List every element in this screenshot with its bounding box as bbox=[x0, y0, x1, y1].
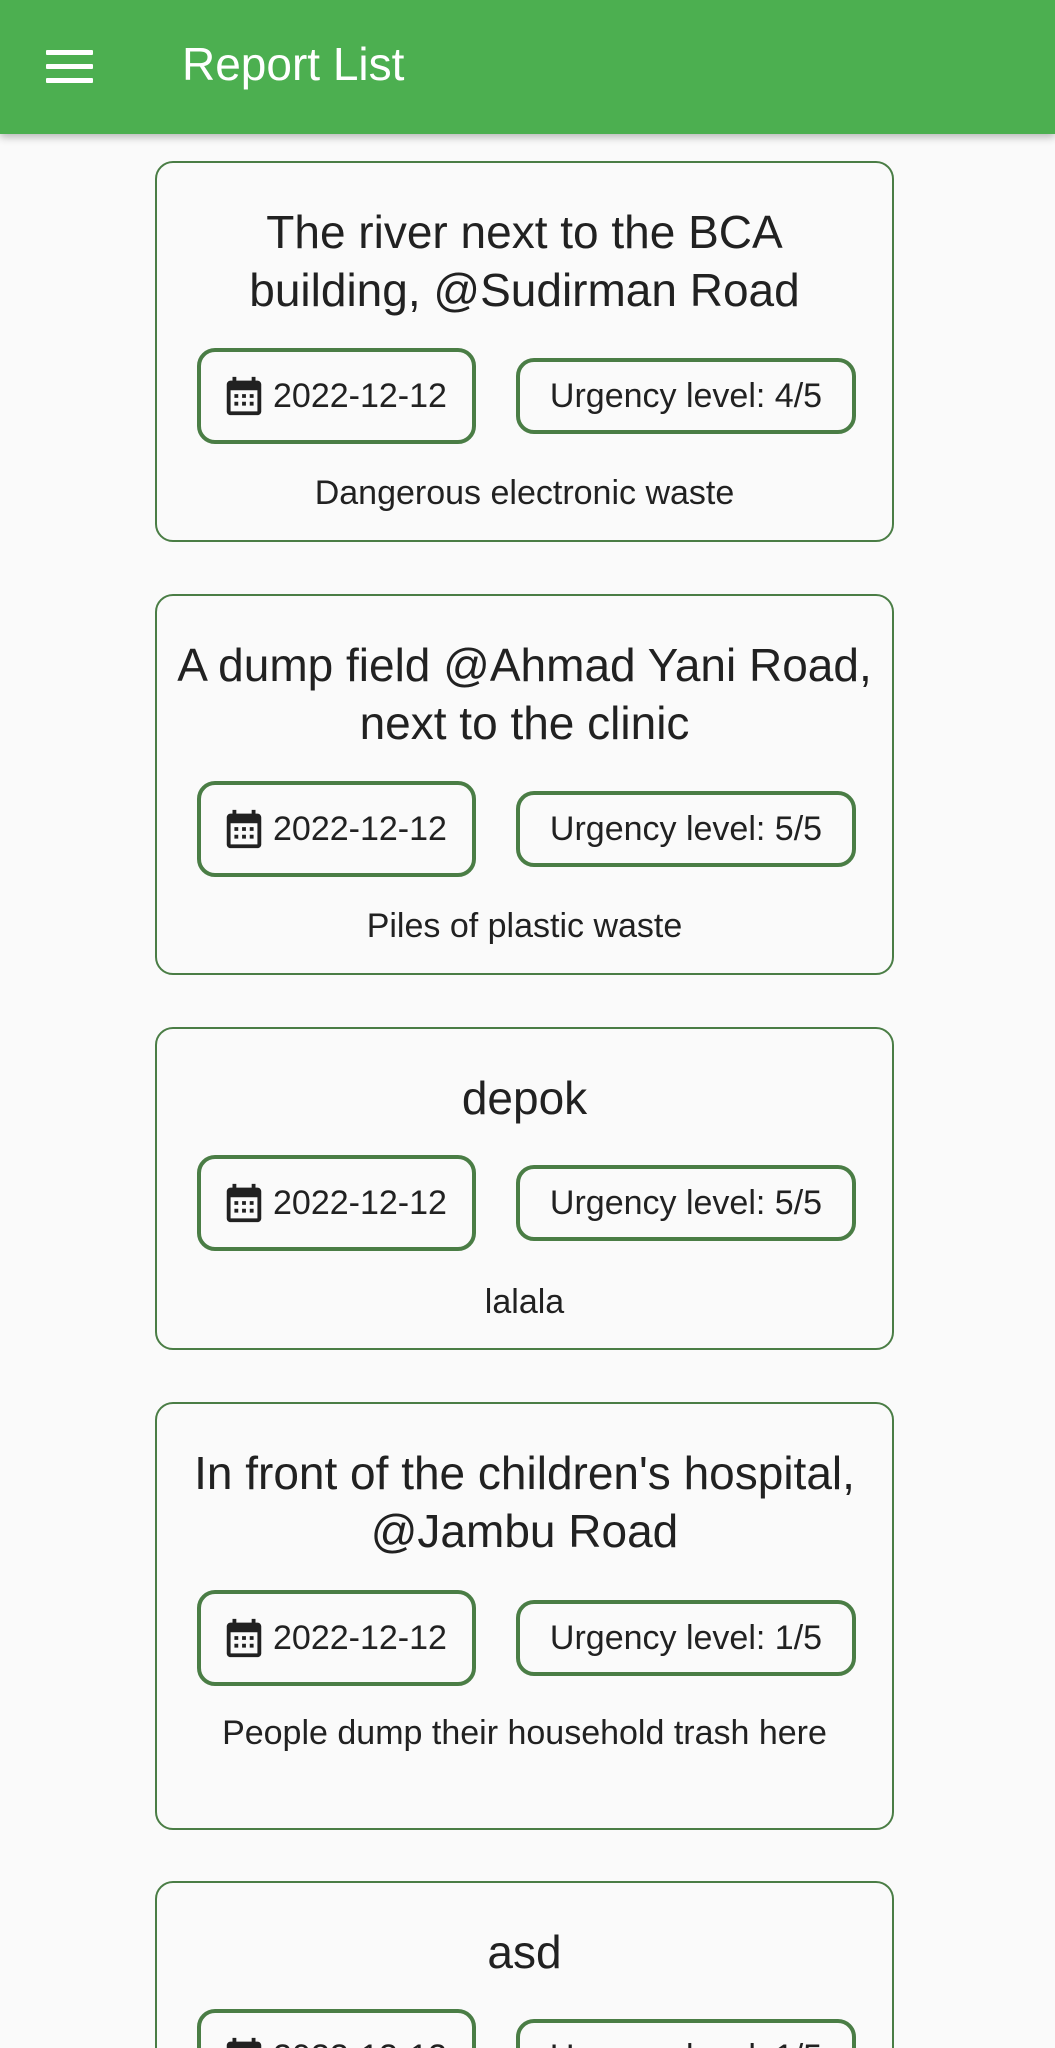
report-description: Dangerous electronic waste bbox=[314, 474, 735, 512]
report-date: 2022-12-12 bbox=[273, 2038, 447, 2048]
calendar-icon bbox=[226, 376, 262, 416]
report-date: 2022-12-12 bbox=[273, 376, 447, 415]
urgency-chip: Urgency level: 5/5 bbox=[516, 791, 856, 867]
report-description: lalala bbox=[484, 1283, 565, 1321]
urgency-chip: Urgency level: 1/5 bbox=[516, 2019, 856, 2048]
report-title: In front of the children's hospital, @Ja… bbox=[194, 1447, 855, 1557]
report-title: depok bbox=[461, 1072, 588, 1124]
report-date: 2022-12-12 bbox=[273, 809, 447, 848]
report-card[interactable]: depok 2022-12-12 Urgency level: 5/5 lala… bbox=[155, 1027, 894, 1350]
report-date: 2022-12-12 bbox=[273, 1618, 447, 1657]
report-title: A dump field @Ahmad Yani Road, next to t… bbox=[177, 639, 872, 749]
report-list[interactable]: The river next to the BCA building, @Sud… bbox=[0, 0, 1055, 2048]
calendar-icon bbox=[226, 1618, 262, 1658]
report-card[interactable]: asd 2022-12-12 Urgency level: 1/5 bbox=[155, 1881, 894, 2048]
calendar-icon bbox=[226, 2037, 262, 2048]
date-chip: 2022-12-12 bbox=[197, 2009, 476, 2048]
app-bar: Report List bbox=[0, 0, 1055, 134]
date-chip: 2022-12-12 bbox=[197, 348, 476, 444]
menu-button[interactable] bbox=[24, 21, 114, 111]
report-description: Piles of plastic waste bbox=[366, 907, 683, 945]
report-date: 2022-12-12 bbox=[273, 1183, 447, 1222]
report-title: asd bbox=[487, 1926, 562, 1978]
calendar-icon bbox=[226, 809, 262, 849]
report-title: The river next to the BCA building, @Sud… bbox=[249, 206, 800, 316]
urgency-chip: Urgency level: 4/5 bbox=[516, 358, 856, 434]
calendar-icon bbox=[226, 1183, 262, 1223]
urgency-chip: Urgency level: 1/5 bbox=[516, 1600, 856, 1676]
page-title: Report List bbox=[182, 38, 405, 90]
report-card[interactable]: The river next to the BCA building, @Sud… bbox=[155, 161, 894, 542]
report-card[interactable]: A dump field @Ahmad Yani Road, next to t… bbox=[155, 594, 894, 975]
report-card[interactable]: In front of the children's hospital, @Ja… bbox=[155, 1402, 894, 1830]
menu-icon-line bbox=[45, 77, 93, 83]
report-description: People dump their household trash here bbox=[222, 1714, 827, 1752]
menu-icon-line bbox=[45, 63, 93, 69]
menu-icon bbox=[45, 49, 93, 55]
urgency-chip: Urgency level: 5/5 bbox=[516, 1165, 856, 1241]
date-chip: 2022-12-12 bbox=[197, 1590, 476, 1686]
date-chip: 2022-12-12 bbox=[197, 781, 476, 877]
date-chip: 2022-12-12 bbox=[197, 1155, 476, 1251]
